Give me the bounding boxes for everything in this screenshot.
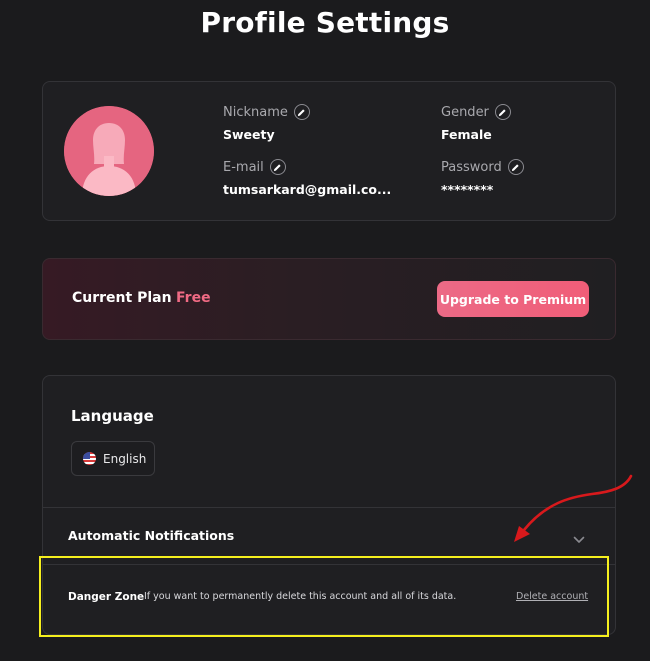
email-value: tumsarkard@gmail.co... (223, 182, 392, 197)
gender-field: Gender Female (441, 103, 511, 142)
nickname-value: Sweety (223, 127, 275, 142)
password-label: Password (441, 159, 502, 175)
profile-card: Nickname Sweety Gender Female E-mail tum… (42, 81, 616, 221)
automatic-notifications-label: Automatic Notifications (68, 528, 235, 543)
gender-value: Female (441, 127, 492, 142)
danger-zone-description: If you want to permanently delete this a… (144, 591, 457, 602)
nickname-field: Nickname Sweety (223, 103, 310, 142)
settings-card: Language English Automatic Notifications… (42, 375, 616, 635)
language-label: Language (71, 407, 154, 425)
us-flag-icon (83, 452, 96, 465)
gender-label: Gender (441, 104, 489, 120)
page-title: Profile Settings (200, 6, 450, 39)
danger-zone-label: Danger Zone (68, 591, 145, 603)
divider (43, 564, 615, 565)
password-value: ******** (441, 182, 494, 197)
email-label: E-mail (223, 159, 264, 175)
edit-email-pencil-icon[interactable] (269, 159, 286, 175)
plan-card: Current Plan Free Upgrade to Premium (42, 258, 616, 340)
edit-gender-pencil-icon[interactable] (494, 104, 511, 120)
email-field: E-mail tumsarkard@gmail.co... (223, 158, 391, 197)
nickname-label: Nickname (223, 104, 288, 120)
current-plan-label: Current Plan (72, 290, 172, 306)
chevron-down-icon[interactable] (573, 529, 585, 548)
delete-account-link[interactable]: Delete account (516, 591, 588, 602)
password-field: Password ******** (441, 158, 524, 197)
language-select[interactable]: English (71, 441, 155, 476)
language-selected-value: English (103, 451, 147, 466)
current-plan-value: Free (176, 290, 211, 306)
upgrade-to-premium-button[interactable]: Upgrade to Premium (437, 281, 589, 317)
edit-nickname-pencil-icon[interactable] (293, 104, 310, 120)
automatic-notifications-row[interactable]: Automatic Notifications (43, 507, 615, 564)
user-avatar-icon (64, 106, 154, 196)
edit-password-pencil-icon[interactable] (507, 159, 524, 175)
